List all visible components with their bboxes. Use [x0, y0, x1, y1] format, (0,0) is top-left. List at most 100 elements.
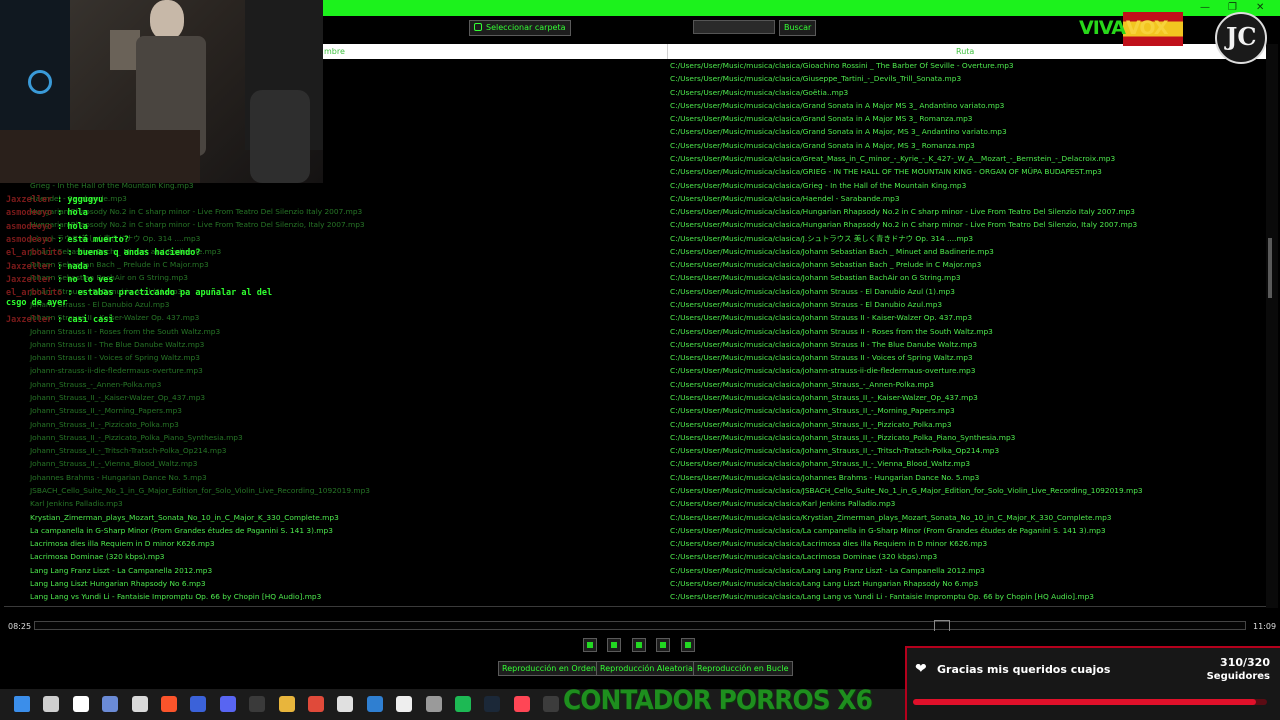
steam-icon[interactable]: [484, 696, 501, 712]
table-row[interactable]: johann-strauss-ii-die-fledermaus-overtur…: [0, 364, 1266, 377]
vscode-icon[interactable]: [366, 696, 383, 712]
play-in-order-button[interactable]: Reproducción en Orden: [498, 661, 600, 676]
obs-icon[interactable]: [249, 696, 266, 712]
song-path: C:/Users/User/Music/musica/clasica/Johan…: [670, 446, 1000, 456]
song-path: C:/Users/User/Music/musica/clasica/Great…: [670, 153, 1116, 163]
song-path: C:/Users/User/Music/musica/clasica/Kryst…: [670, 512, 1112, 522]
previous-icon: [587, 642, 593, 648]
table-row[interactable]: Lacrimosa dies illa Requiem in D minor K…: [0, 537, 1266, 550]
play-button[interactable]: [607, 638, 621, 652]
select-folder-button[interactable]: Seleccionar carpeta: [469, 20, 571, 36]
chat-separator: :: [52, 314, 68, 325]
pause-button[interactable]: [632, 638, 646, 652]
shuffle-button[interactable]: Reproducción Aleatoria: [596, 661, 697, 676]
chat-message: Jaxzeller : no lo ves: [6, 275, 113, 285]
search-input[interactable]: [693, 20, 775, 34]
table-row[interactable]: Johannes Brahms - Hungarian Dance No. 5.…: [0, 471, 1266, 484]
scrollbar-thumb[interactable]: [1268, 238, 1272, 298]
close-icon[interactable]: ✕: [1256, 2, 1264, 14]
chat-username: Jaxzeller: [6, 314, 53, 325]
search-icon[interactable]: [43, 696, 60, 712]
table-row[interactable]: Johann_Strauss_II_-_Tritsch-Tratsch-Polk…: [0, 444, 1266, 457]
gear-icon[interactable]: [425, 696, 442, 712]
next-button[interactable]: [681, 638, 695, 652]
spotify-icon[interactable]: [455, 696, 471, 712]
table-row[interactable]: Johann_Strauss_II_-_Pizzicato_Polka.mp3 C…: [0, 418, 1266, 431]
table-row[interactable]: La campanella in G-Sharp Minor (From Gra…: [0, 524, 1266, 537]
loop-button[interactable]: Reproducción en Bucle: [693, 661, 793, 676]
table-row[interactable]: Johann_Strauss_II_-_Pizzicato_Polka_Pian…: [0, 431, 1266, 444]
table-row[interactable]: Johann Strauss II - Voices of Spring Wal…: [0, 351, 1266, 364]
table-row[interactable]: Johann_Strauss_II_-_Morning_Papers.mp3 C:…: [0, 404, 1266, 417]
chat-message: el_arbolito : estabas practicando pa apu…: [6, 288, 276, 308]
follower-goal-widget: ❤ Gracias mis queridos cuajos 310/320 Se…: [905, 646, 1280, 720]
chat-username: asmodeoyo: [6, 208, 53, 219]
table-row[interactable]: JSBACH_Cello_Suite_No_1_in_G_Major_Editi…: [0, 484, 1266, 497]
song-name: johann-strauss-ii-die-fledermaus-overtur…: [30, 366, 203, 376]
table-row[interactable]: Lang Lang Liszt Hungarian Rhapsody No 6.…: [0, 577, 1266, 590]
terminal-icon[interactable]: [396, 696, 413, 712]
song-path: C:/Users/User/Music/musica/clasica/Giuse…: [670, 74, 962, 84]
table-row[interactable]: Johann_Strauss_II_-_Vienna_Blood_Waltz.m…: [0, 457, 1266, 470]
search-button[interactable]: Buscar: [779, 20, 817, 36]
v-icon[interactable]: [190, 696, 207, 712]
chat-text: hola: [67, 208, 88, 219]
song-path: C:/Users/User/Music/musica/clasica/Johan…: [670, 246, 994, 256]
song-name: Johann_Strauss_II_-_Pizzicato_Polka_Pian…: [30, 432, 243, 442]
minimize-icon[interactable]: —: [1200, 2, 1210, 14]
table-row[interactable]: Johann_Strauss_II_-_Kaiser-Walzer_Op_437…: [0, 391, 1266, 404]
table-row[interactable]: Lang Lang vs Yundi Li - Fantaisie Improm…: [0, 590, 1266, 603]
table-row[interactable]: Lacrimosa Dominae (320 kbps).mp3 C:/Users…: [0, 550, 1266, 563]
chat-separator: :: [52, 274, 68, 285]
discord-icon[interactable]: [219, 696, 236, 712]
visual-studio-icon[interactable]: [102, 696, 119, 712]
song-path: C:/Users/User/Music/musica/clasica/JSBAC…: [670, 485, 1143, 495]
chat-text: nada: [67, 261, 88, 272]
files-icon[interactable]: [131, 696, 148, 712]
chrome-icon[interactable]: [308, 696, 324, 712]
folder-icon[interactable]: [278, 696, 295, 712]
progress-bar[interactable]: [34, 621, 1246, 630]
scrollbar-track[interactable]: [1266, 44, 1278, 608]
chat-text: está muerto?: [67, 234, 129, 245]
table-row[interactable]: Johann Strauss II - The Blue Danube Walt…: [0, 338, 1266, 351]
stop-button[interactable]: [656, 638, 670, 652]
song-name: Johann_Strauss_II_-_Tritsch-Tratsch-Polk…: [30, 446, 227, 456]
song-path: C:/Users/User/Music/musica/clasica/Johan…: [670, 406, 955, 416]
chat-message: Jaxzeller : casi casi: [6, 315, 113, 325]
progress-handle[interactable]: [934, 620, 950, 631]
play-icon: [611, 642, 617, 648]
song-name: Krystian_Zimerman_plays_Mozart_Sonata_No…: [30, 512, 339, 522]
app-icon[interactable]: [72, 696, 89, 712]
column-header-path[interactable]: Ruta: [956, 44, 974, 59]
counter-overlay: CONTADOR PORROS X6: [563, 685, 873, 716]
previous-button[interactable]: [583, 638, 597, 652]
song-path: C:/Users/User/Music/musica/clasica/Johan…: [670, 260, 982, 270]
song-path: C:/Users/User/Music/musica/clasica/Johan…: [670, 339, 978, 349]
table-row[interactable]: Krystian_Zimerman_plays_Mozart_Sonata_No…: [0, 511, 1266, 524]
cube-icon[interactable]: [337, 696, 354, 712]
chat-text: casi casi: [67, 314, 114, 325]
table-row[interactable]: Johann Strauss II - Roses from the South…: [0, 325, 1266, 338]
windows-icon[interactable]: [14, 696, 30, 712]
chat-text: yggugyu: [67, 195, 104, 205]
chat-separator: :: [52, 234, 68, 245]
chat-message: Jaxzeller : yggugyu: [6, 195, 103, 205]
cmd-icon[interactable]: [543, 696, 560, 712]
follower-count: 310/320: [1220, 656, 1270, 669]
chat-username: Jaxzeller: [6, 274, 53, 285]
table-row[interactable]: Lang Lang Franz Liszt - La Campanella 20…: [0, 564, 1266, 577]
table-row[interactable]: Johann_Strauss_-_Annen-Polka.mp3 C:/Users…: [0, 378, 1266, 391]
light-ring: [28, 70, 52, 94]
column-header-name[interactable]: mbre: [324, 44, 345, 59]
table-row[interactable]: Karl Jenkins Palladio.mp3 C:/Users/User/M…: [0, 497, 1266, 510]
song-path: C:/Users/User/Music/musica/clasica/Hunga…: [670, 220, 1138, 230]
valorant-icon[interactable]: [513, 696, 530, 712]
song-name: Lang Lang Franz Liszt - La Campanella 20…: [30, 565, 213, 575]
song-name: Johann_Strauss_II_-_Vienna_Blood_Waltz.m…: [30, 459, 198, 469]
brave-icon[interactable]: [161, 696, 177, 712]
song-path: C:/Users/User/Music/musica/clasica/Johan…: [670, 300, 943, 310]
song-path: C:/Users/User/Music/musica/clasica/Lang …: [670, 578, 979, 588]
song-name: Johann_Strauss_II_-_Morning_Papers.mp3: [30, 406, 182, 416]
vivavox-logo: VIVA VOX: [1077, 12, 1183, 46]
